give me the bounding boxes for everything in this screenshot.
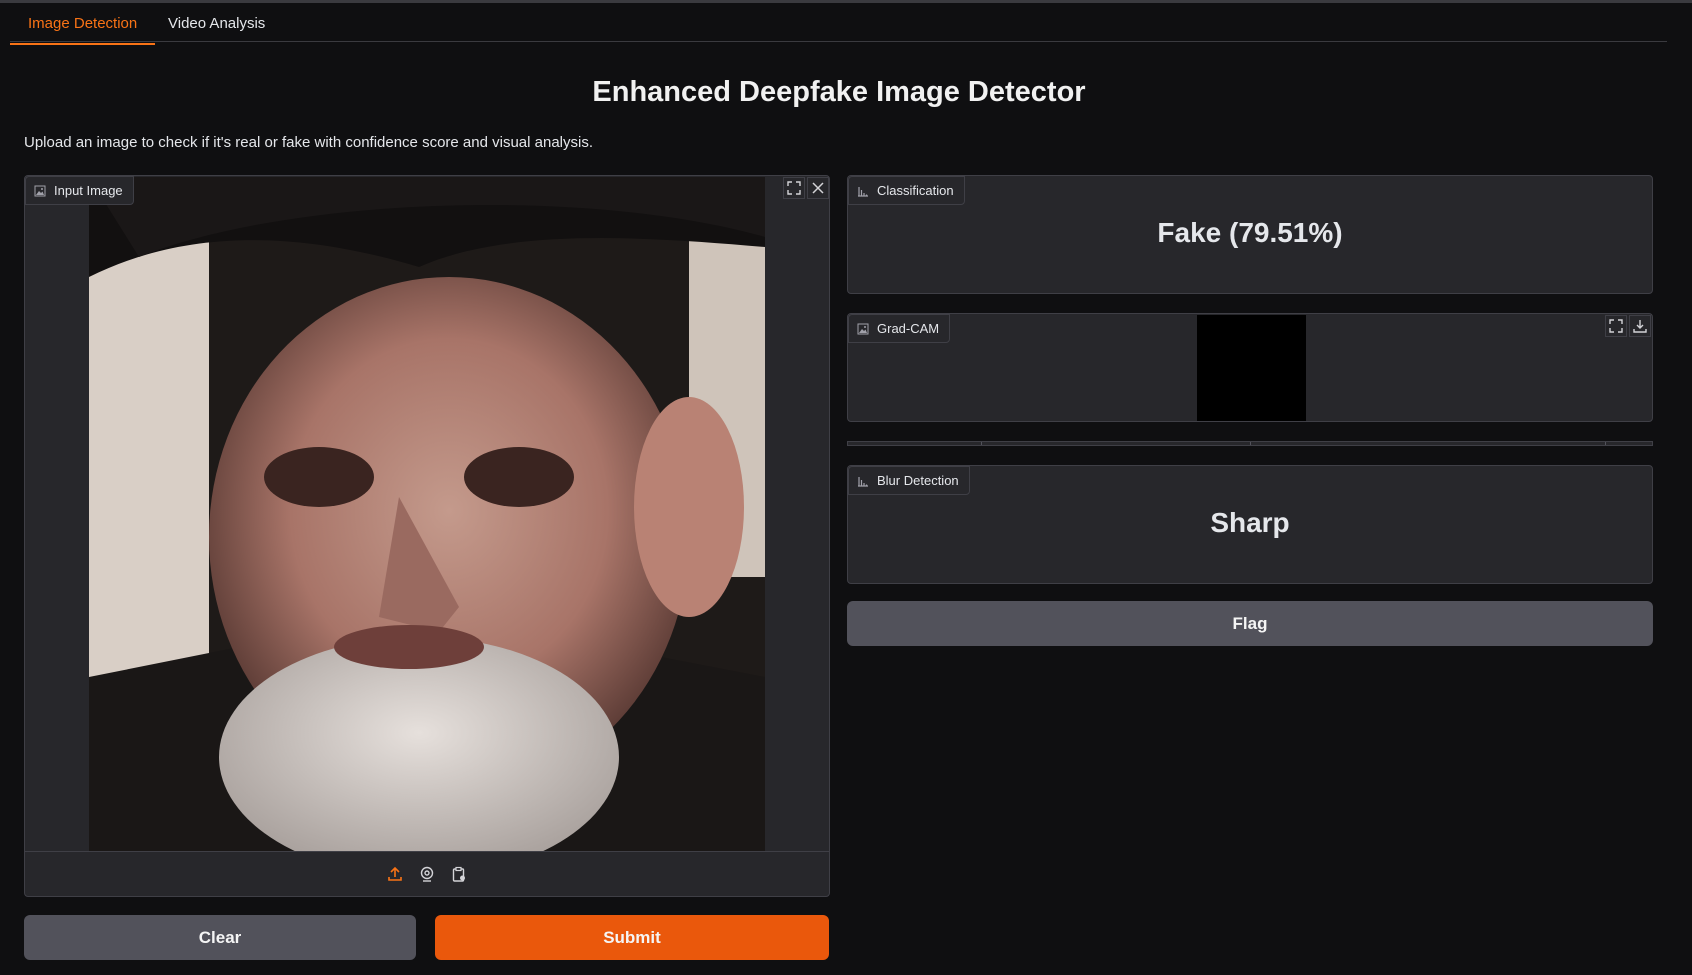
classification-result: Fake (79.51%) — [1157, 217, 1343, 248]
uploaded-portrait-image — [89, 177, 765, 852]
classification-label: Classification — [848, 176, 965, 205]
download-icon[interactable] — [1629, 315, 1651, 337]
blur-detection-label: Blur Detection — [848, 466, 970, 495]
thumbnail-divider — [981, 442, 982, 445]
image-icon — [857, 323, 869, 335]
image-source-toolbar — [25, 851, 829, 896]
input-image-label-text: Input Image — [54, 183, 123, 198]
page-title: Enhanced Deepfake Image Detector — [592, 76, 1086, 108]
classification-panel: Classification Fake (79.51%) — [847, 175, 1653, 294]
bar-chart-icon — [857, 475, 869, 487]
clear-button[interactable]: Clear — [24, 915, 416, 960]
input-image-panel[interactable]: Input Image — [24, 175, 830, 897]
thumbnail-divider — [1250, 442, 1251, 445]
close-icon[interactable] — [807, 177, 829, 199]
image-icon — [34, 185, 46, 197]
tab-bar: Image Detection Video Analysis — [10, 3, 1667, 45]
tab-image-detection[interactable]: Image Detection — [10, 15, 156, 45]
upload-icon[interactable] — [384, 863, 406, 885]
classification-label-text: Classification — [877, 183, 954, 198]
gradcam-label: Grad-CAM — [848, 314, 951, 343]
blur-detection-result: Sharp — [1210, 507, 1290, 538]
thumbnail-divider — [1605, 442, 1606, 445]
gradcam-heatmap-image — [1197, 315, 1306, 421]
input-image-label: Input Image — [25, 176, 134, 205]
gradcam-thumbnail-strip — [847, 441, 1653, 446]
blur-detection-label-text: Blur Detection — [877, 473, 959, 488]
page-description: Upload an image to check if it's real or… — [24, 134, 593, 151]
webcam-icon[interactable] — [416, 863, 438, 885]
submit-button[interactable]: Submit — [435, 915, 829, 960]
gradcam-label-text: Grad-CAM — [877, 321, 940, 336]
bar-chart-icon — [857, 185, 869, 197]
gradcam-panel: Grad-CAM — [847, 313, 1653, 422]
tab-video-analysis[interactable]: Video Analysis — [150, 15, 283, 43]
flag-button[interactable]: Flag — [847, 601, 1653, 646]
fullscreen-icon[interactable] — [783, 177, 805, 199]
fullscreen-icon[interactable] — [1605, 315, 1627, 337]
blur-detection-panel: Blur Detection Sharp — [847, 465, 1653, 584]
clipboard-icon[interactable] — [448, 863, 470, 885]
